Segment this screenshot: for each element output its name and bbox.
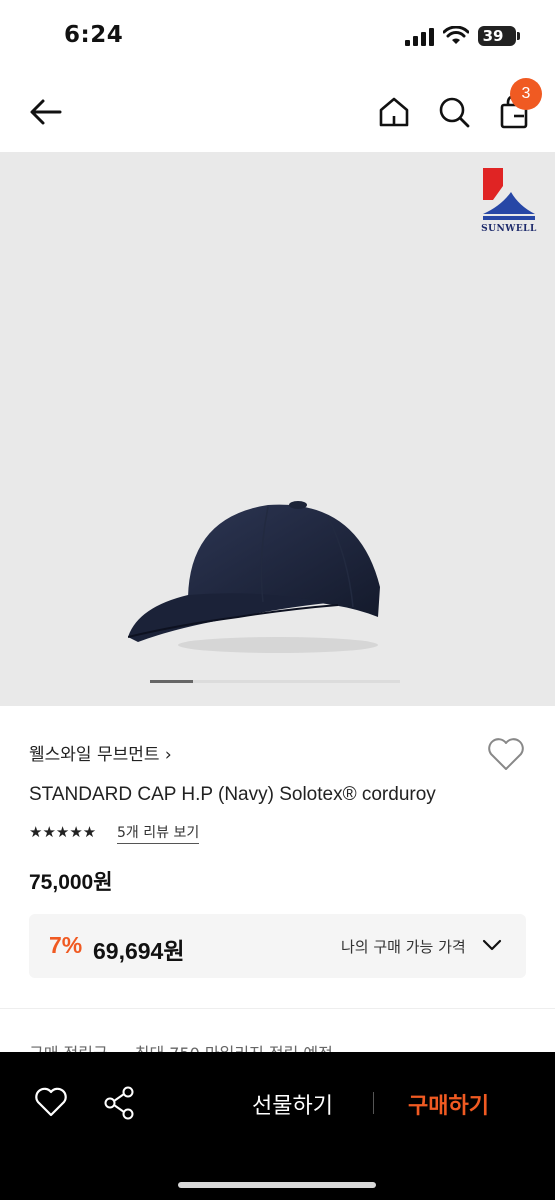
top-nav — [0, 72, 555, 152]
product-image-carousel[interactable]: SUNWELL — [0, 152, 555, 706]
my-price-box[interactable]: 7% 69,694원 나의 구매 가능 가격 — [29, 914, 526, 978]
carousel-indicator — [150, 680, 400, 683]
chevron-down-icon[interactable] — [481, 936, 503, 954]
wishlist-heart-icon[interactable] — [486, 736, 526, 772]
product-title: STANDARD CAP H.P (Navy) Solotex® corduro… — [29, 784, 436, 805]
review-link[interactable]: 5개 리뷰 보기 — [117, 822, 200, 844]
share-icon[interactable] — [104, 1086, 136, 1120]
discount-percent: 7% — [49, 932, 83, 958]
brand-logo-text: SUNWELL — [481, 224, 537, 234]
brand-logo: SUNWELL — [481, 166, 537, 236]
status-time: 6:24 — [64, 22, 124, 48]
signal-icon — [405, 28, 434, 46]
home-indicator — [178, 1182, 376, 1188]
status-bar: 6:24 39 — [0, 0, 555, 72]
bar-divider — [373, 1092, 374, 1114]
product-photo-cap — [128, 501, 380, 653]
wishlist-icon[interactable] — [34, 1086, 68, 1118]
my-price-label: 나의 구매 가능 가격 — [341, 938, 466, 956]
home-icon[interactable] — [374, 92, 414, 132]
search-icon[interactable] — [434, 92, 474, 132]
wifi-icon — [443, 26, 469, 44]
carousel-indicator-active — [150, 680, 193, 683]
rating-stars: ★★★★★ — [29, 823, 97, 841]
cart-count-badge: 3 — [510, 78, 542, 110]
battery-level: 39 — [482, 27, 504, 45]
buy-button[interactable]: 구매하기 — [408, 1088, 489, 1120]
original-price: 75,000원 — [29, 871, 113, 894]
bottom-action-bar: 선물하기 구매하기 — [0, 1052, 555, 1200]
brand-link[interactable]: 웰스와일 무브먼트 › — [29, 740, 172, 765]
battery-icon: 39 — [478, 26, 520, 46]
section-divider — [0, 1008, 555, 1009]
gift-button[interactable]: 선물하기 — [252, 1088, 333, 1120]
discounted-price: 69,694원 — [93, 938, 185, 964]
back-arrow-icon[interactable] — [26, 92, 66, 132]
